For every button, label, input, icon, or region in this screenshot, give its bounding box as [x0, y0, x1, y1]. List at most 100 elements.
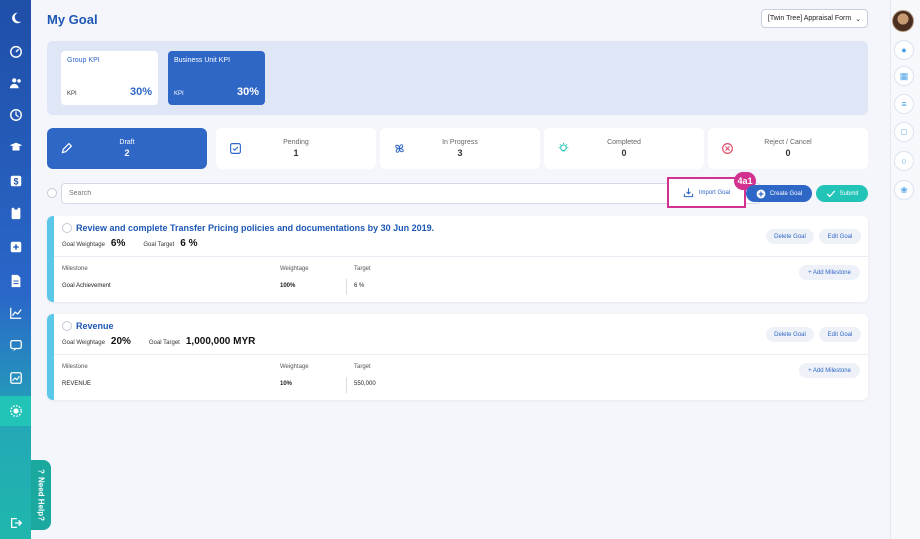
- goal-accent-bar: [47, 216, 54, 302]
- goal-target-value: 1,000,000 MYR: [185, 336, 256, 347]
- edit-goal-button[interactable]: Edit Goal: [819, 327, 861, 342]
- checkbox-icon: [230, 143, 241, 154]
- business-unit-kpi-card[interactable]: Business Unit KPI KPI 30%: [168, 51, 265, 105]
- kpi-panel: Group KPI KPI 30% Business Unit KPI KPI …: [47, 41, 868, 115]
- people-icon[interactable]: [0, 68, 31, 98]
- check-icon: [826, 189, 835, 197]
- column-divider: [346, 279, 347, 295]
- analytics-icon[interactable]: [0, 298, 31, 328]
- fan-icon: [395, 144, 404, 153]
- leaf-icon[interactable]: ❀: [894, 180, 914, 200]
- clipboard-icon[interactable]: [0, 198, 31, 228]
- delete-goal-button[interactable]: Delete Goal: [766, 229, 814, 244]
- kpi-card-title: Group KPI: [67, 57, 100, 64]
- tab-completed[interactable]: Completed 0: [544, 128, 704, 169]
- chat-icon[interactable]: [0, 330, 31, 360]
- milestone-name: Goal Achievement: [62, 283, 111, 289]
- goal-settings-icon[interactable]: [0, 396, 31, 426]
- pencil-icon: [61, 142, 73, 154]
- add-milestone-button[interactable]: + Add Milestone: [799, 363, 860, 378]
- kpi-card-label: KPI: [174, 91, 184, 97]
- page-title: My Goal: [47, 12, 98, 27]
- target-header: Target: [354, 266, 371, 272]
- weightage-header: Weightage: [280, 364, 309, 370]
- download-icon: [683, 188, 693, 198]
- select-all-checkbox[interactable]: [47, 188, 57, 198]
- tab-reject-cancel[interactable]: Reject / Cancel 0: [708, 128, 868, 169]
- cancel-icon: [722, 143, 733, 154]
- list-icon[interactable]: ≡: [894, 94, 914, 114]
- clipboard-rail-icon[interactable]: □: [894, 122, 914, 142]
- goal-card: Revenue Goal Weightage 20% Goal Target 1…: [47, 314, 868, 400]
- right-rail: ● ▦ ≡ □ ○ ❀: [890, 0, 920, 539]
- milestone-name: REVENUE: [62, 381, 92, 387]
- milestone-weightage: 10%: [280, 381, 293, 387]
- goal-title[interactable]: Review and complete Transfer Pricing pol…: [76, 223, 434, 233]
- goal-weightage-value: 6%: [110, 238, 126, 249]
- appraisal-form-value: [Twin Tree] Appraisal Form: [767, 15, 852, 22]
- goal-meta: Goal Weightage 6% Goal Target 6 %: [62, 238, 210, 249]
- submit-label: Submit: [839, 190, 859, 197]
- add-milestone-button[interactable]: + Add Milestone: [799, 265, 860, 280]
- tab-pending[interactable]: Pending 1: [216, 128, 376, 169]
- history-icon[interactable]: [0, 100, 31, 130]
- app-logo-icon[interactable]: [0, 3, 31, 33]
- target-header: Target: [354, 364, 371, 370]
- goal-divider: [54, 256, 868, 257]
- submit-button[interactable]: Submit: [816, 185, 868, 202]
- search-input[interactable]: [61, 183, 761, 204]
- help-icon: ?: [36, 468, 46, 474]
- goal-target-value: 6 %: [180, 238, 198, 249]
- weightage-header: Weightage: [280, 266, 309, 272]
- milestone-header: Milestone: [62, 266, 88, 272]
- kpi-card-label: KPI: [67, 91, 77, 97]
- edit-goal-button[interactable]: Edit Goal: [819, 229, 861, 244]
- import-goal-label: Import Goal: [698, 189, 731, 196]
- dashboard-icon[interactable]: [0, 36, 31, 66]
- payroll-icon[interactable]: $: [0, 166, 31, 196]
- tab-in-progress[interactable]: In Progress 3: [380, 128, 540, 169]
- milestone-header: Milestone: [62, 364, 88, 370]
- goal-accent-bar: [47, 314, 54, 400]
- svg-text:$: $: [13, 177, 18, 187]
- need-help-button[interactable]: ? Need Help?: [31, 460, 51, 530]
- milestone-target: 6 %: [354, 283, 365, 289]
- tab-draft[interactable]: Draft 2: [47, 128, 207, 169]
- goal-target-label: Goal Target: [148, 340, 180, 346]
- kpi-card-title: Business Unit KPI: [174, 57, 231, 64]
- avatar[interactable]: [892, 10, 914, 32]
- kpi-card-value: 30%: [236, 86, 259, 98]
- bell-icon[interactable]: ●: [894, 40, 914, 60]
- goal-card: Review and complete Transfer Pricing pol…: [47, 216, 868, 302]
- report-icon[interactable]: [0, 363, 31, 393]
- training-icon[interactable]: [0, 132, 31, 162]
- create-goal-button[interactable]: Create Goal: [746, 185, 812, 202]
- logout-icon[interactable]: [0, 508, 31, 538]
- goal-meta: Goal Weightage 20% Goal Target 1,000,000…: [62, 336, 267, 347]
- delete-goal-button[interactable]: Delete Goal: [766, 327, 814, 342]
- calendar-icon[interactable]: ▦: [894, 66, 914, 86]
- create-goal-label: Create Goal: [769, 190, 803, 197]
- need-help-label: Need Help?: [36, 477, 46, 522]
- milestone-target: 550,000: [354, 381, 376, 387]
- goal-select-radio[interactable]: [62, 223, 72, 233]
- group-kpi-card[interactable]: Group KPI KPI 30%: [61, 51, 158, 105]
- goal-weightage-value: 20%: [110, 336, 131, 347]
- medical-icon[interactable]: [0, 232, 31, 262]
- chevron-down-icon: ⌄: [855, 15, 862, 23]
- lightbulb-icon: [558, 142, 569, 152]
- goal-weightage-label: Goal Weightage: [62, 340, 105, 346]
- goal-select-radio[interactable]: [62, 321, 72, 331]
- milestone-weightage: 100%: [280, 283, 296, 289]
- plus-circle-icon: [756, 189, 766, 198]
- appraisal-form-select[interactable]: [Twin Tree] Appraisal Form ⌄: [761, 9, 868, 28]
- column-divider: [346, 377, 347, 393]
- clock-rail-icon[interactable]: ○: [894, 151, 914, 171]
- document-icon[interactable]: [0, 266, 31, 296]
- sidebar: $: [0, 0, 31, 539]
- goal-target-label: Goal Target: [143, 242, 175, 248]
- goal-title[interactable]: Revenue: [76, 321, 114, 331]
- kpi-card-value: 30%: [129, 86, 152, 98]
- goal-divider: [54, 354, 868, 355]
- goal-weightage-label: Goal Weightage: [62, 242, 105, 248]
